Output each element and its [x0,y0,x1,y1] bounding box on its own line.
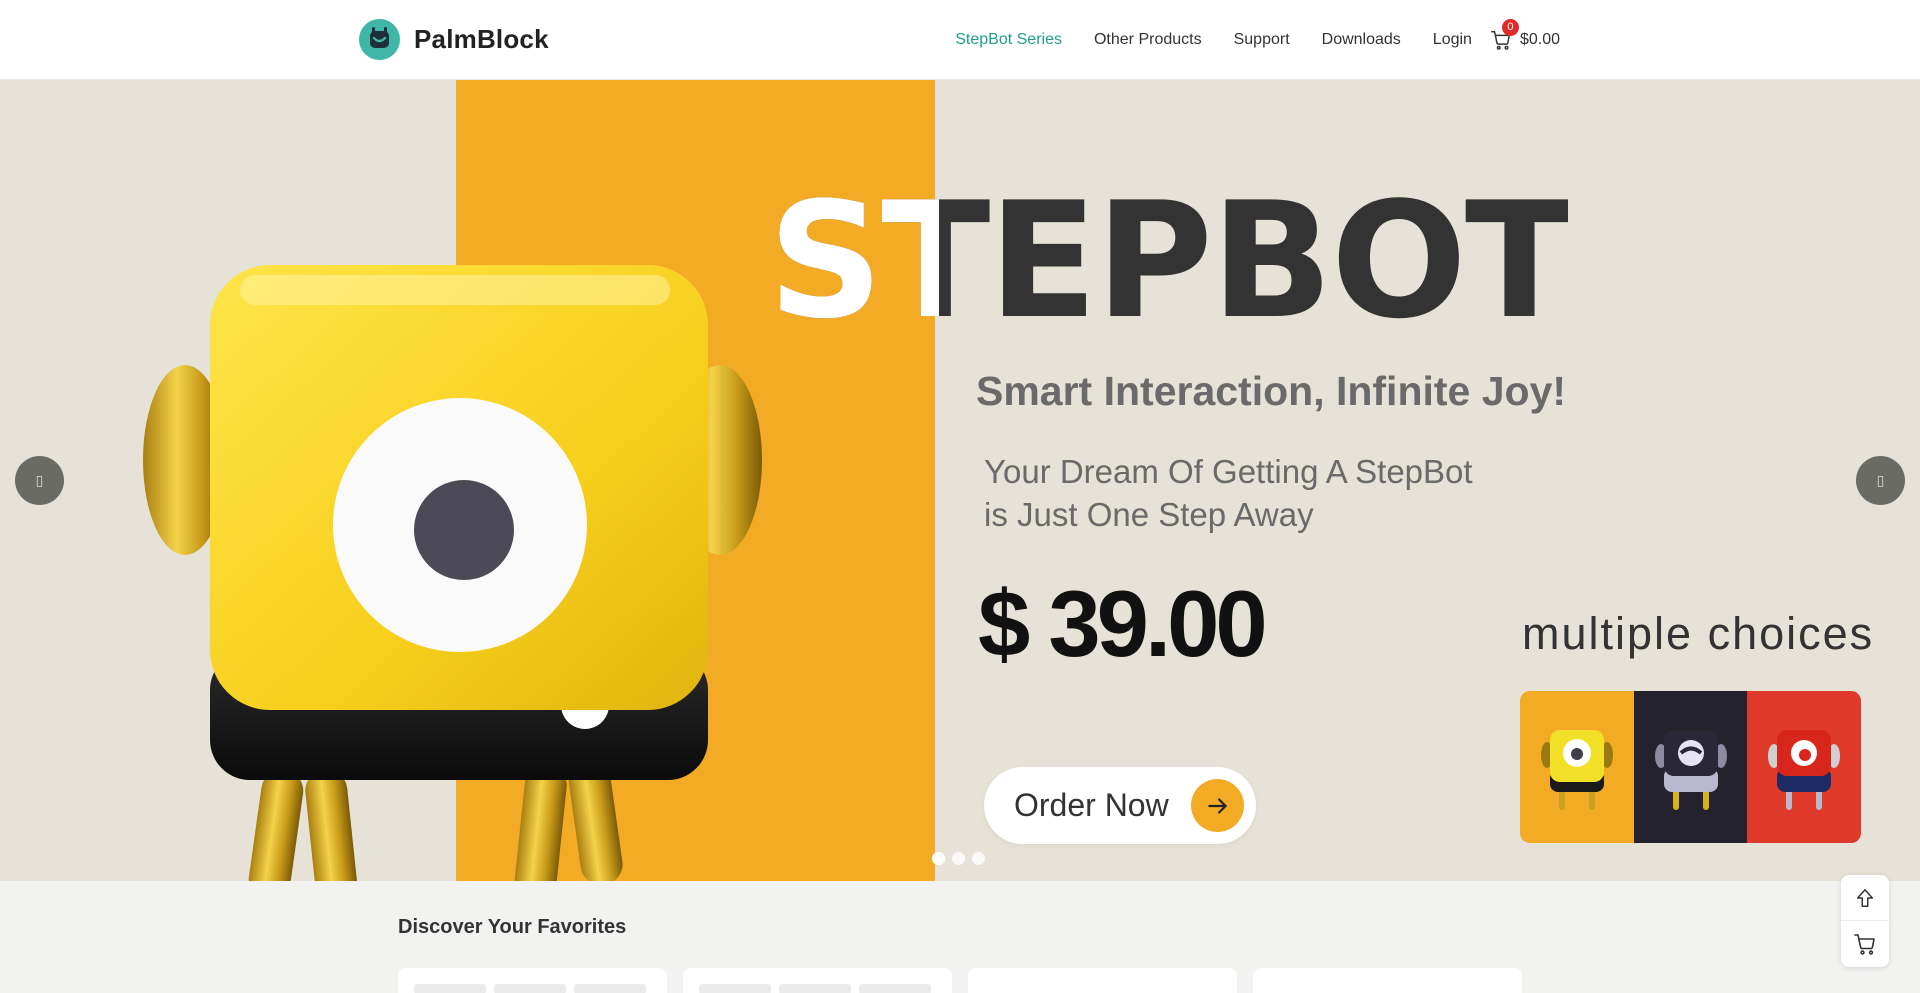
nav-link-other-products[interactable]: Other Products [1094,31,1202,49]
hero-subtitle-line-1: Your Dream Of Getting A StepBot [984,453,1473,490]
choice-dark-stepbot[interactable] [1633,691,1748,843]
discover-section-title: Discover Your Favorites [398,916,627,938]
cart-total: $0.00 [1519,31,1560,48]
hero-subtitle: Your Dream Of Getting A StepBot is Just … [984,450,1504,536]
floating-side-tools [1841,875,1889,967]
product-card[interactable] [398,968,667,993]
arrow-up-icon [1856,888,1874,907]
card-thumbnail-placeholder [574,984,646,993]
chevron-right-icon: ▯ [1876,472,1885,488]
nav-link-login[interactable]: Login [1433,31,1472,49]
product-card[interactable] [968,968,1237,993]
hero-headline: STEPBOT STEPBOT [768,176,1568,346]
card-thumbnail-placeholder [494,984,566,993]
nav-link-downloads[interactable]: Downloads [1322,31,1401,49]
card-thumbnail-placeholder [699,984,771,993]
nav-link-stepbot-series[interactable]: StepBot Series [955,31,1062,49]
brand-logo-icon [359,19,400,60]
stepbot-red-thumbnail [1768,729,1841,810]
brand-logo-link[interactable]: PalmBlock [359,19,549,60]
nav-link-support[interactable]: Support [1234,31,1290,49]
order-now-button[interactable]: Order Now [984,767,1256,844]
scroll-to-top-button[interactable] [1841,875,1889,921]
order-now-label: Order Now [1014,787,1169,823]
choice-red-stepbot[interactable] [1747,691,1861,843]
choice-yellow-stepbot[interactable] [1520,691,1634,843]
hero-tagline: Smart Interaction, Infinite Joy! [976,368,1567,414]
stepbot-yellow-illustration [143,265,762,881]
stepbot-yellow-thumbnail [1540,729,1613,810]
main-nav: StepBot Series Other Products Support Do… [923,0,1560,80]
carousel-dot-1[interactable] [932,852,945,865]
carousel-next-button[interactable]: ▯ [1856,456,1905,505]
multiple-choices-title: multiple choices [1522,608,1875,659]
carousel-prev-button[interactable]: ▯ [15,456,64,505]
product-card[interactable] [683,968,952,993]
stepbot-dark-thumbnail [1654,729,1727,810]
product-card[interactable] [1253,968,1522,993]
favorites-cards-row [398,968,1522,993]
hero-subtitle-line-2: is Just One Step Away [984,496,1314,533]
brand-name: PalmBlock [414,24,549,54]
cart-count-badge: 0 [1501,19,1519,36]
hero-price: $ 39.00 [978,571,1268,676]
cart-icon [1854,934,1875,955]
site-header: PalmBlock StepBot Series Other Products … [0,0,1920,80]
header-cart-button[interactable]: 0 $0.00 [1490,19,1560,51]
card-thumbnail-placeholder [414,984,486,993]
hero-banner: STEPBOT STEPBOT Smart Interaction, Infin… [0,80,1920,881]
arrow-right-icon [1191,779,1244,832]
card-thumbnail-placeholder [779,984,851,993]
carousel-dot-3[interactable] [972,852,985,865]
carousel-dots [932,852,985,865]
chevron-left-icon: ▯ [35,472,44,488]
floating-cart-button[interactable] [1841,921,1889,967]
card-thumbnail-placeholder [859,984,931,993]
color-choices-strip [1520,691,1861,843]
carousel-dot-2[interactable] [952,852,965,865]
